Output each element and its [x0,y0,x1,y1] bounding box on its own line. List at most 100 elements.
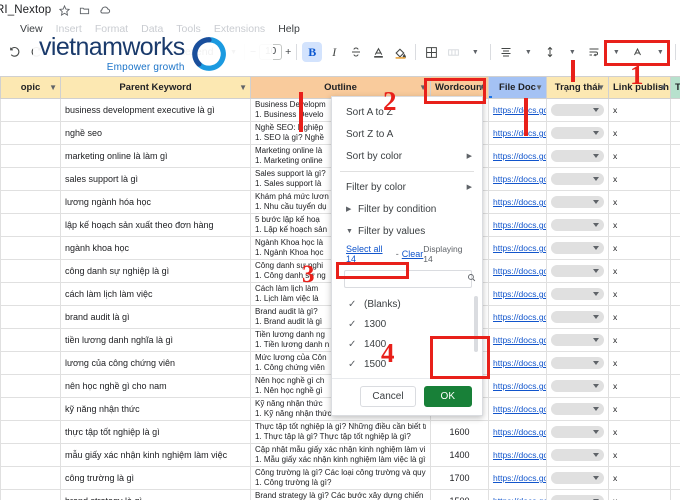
cell-status[interactable] [546,397,609,421]
file-doc-link[interactable]: https://docs.goo [493,473,546,483]
cell-file-doc[interactable]: https://docs.goo [488,420,547,444]
cell-topic[interactable] [0,98,61,122]
cell-status[interactable] [546,466,609,490]
file-doc-link[interactable]: https://docs.goo [493,220,546,230]
strikethrough-icon[interactable] [346,42,366,62]
filter-value-item[interactable]: ✓ 1400 [332,334,482,354]
font-size-increase-button[interactable]: + [285,46,291,58]
cell-file-doc[interactable]: https://docs.goo [488,443,547,467]
menu-item-filter-by-values[interactable]: ▼ Filter by values [332,220,482,242]
menu-item-filter-by-condition[interactable]: ▶ Filter by condition [332,198,482,220]
status-dropdown-chip[interactable] [551,104,604,116]
cell-link-publish[interactable]: x [608,305,671,329]
cell-thumb[interactable] [670,443,680,467]
cell-file-doc[interactable]: https://docs.goo [488,236,547,260]
cell-thumb[interactable] [670,282,680,306]
cell-link-publish[interactable]: x [608,282,671,306]
cell-parent-keyword[interactable]: brand strategy là gì [60,489,251,500]
cell-topic[interactable] [0,213,61,237]
file-doc-link[interactable]: https://docs.goo [493,151,546,161]
cell-link-publish[interactable]: x [608,259,671,283]
cell-file-doc[interactable]: https://docs.goo [488,489,547,500]
cell-status[interactable] [546,282,609,306]
column-header-link-publish[interactable]: Link publish ▼ [608,76,671,99]
filter-search-box[interactable] [344,270,476,288]
cell-topic[interactable] [0,489,61,500]
cell-status[interactable] [546,190,609,214]
cell-wordcount[interactable]: 1700 [430,466,489,490]
cell-parent-keyword[interactable]: nên học nghề gì cho nam [60,374,251,398]
cell-parent-keyword[interactable]: nghề seo [60,121,251,145]
cell-thumb[interactable] [670,489,680,500]
cell-file-doc[interactable]: https://docs.goo [488,397,547,421]
cell-file-doc[interactable]: https://docs.goo [488,305,547,329]
cell-status[interactable] [546,328,609,352]
cell-parent-keyword[interactable]: tiền lương danh nghĩa là gì [60,328,251,352]
cell-topic[interactable] [0,397,61,421]
cancel-button[interactable]: Cancel [360,386,416,407]
text-color-icon[interactable] [368,42,388,62]
status-dropdown-chip[interactable] [551,334,604,346]
cell-link-publish[interactable]: x [608,121,671,145]
cell-topic[interactable] [0,144,61,168]
cell-thumb[interactable] [670,374,680,398]
cell-link-publish[interactable]: x [608,374,671,398]
borders-icon[interactable] [421,42,441,62]
file-doc-link[interactable]: https://docs.goo [493,243,546,253]
file-doc-link[interactable]: https://docs.goo [493,496,546,500]
cell-outline[interactable]: Brand strategy là gì? Các bước xây dựng … [250,489,431,500]
file-doc-link[interactable]: https://docs.goo [493,174,546,184]
move-to-folder-icon[interactable] [78,4,91,17]
status-dropdown-chip[interactable] [551,311,604,323]
horizontal-align-icon[interactable] [496,42,516,62]
cell-file-doc[interactable]: https://docs.goo [488,98,547,122]
filter-value-item[interactable]: ✓ 1300 [332,314,482,334]
chevron-down-icon[interactable]: ▼ [650,42,670,62]
cell-topic[interactable] [0,420,61,444]
chevron-down-icon[interactable]: ▼ [465,42,485,62]
table-row[interactable]: brand strategy là gì Brand strategy là gì… [0,489,680,500]
cell-link-publish[interactable]: x [608,190,671,214]
cell-parent-keyword[interactable]: công danh sự nghiệp là gì [60,259,251,283]
cell-thumb[interactable] [670,236,680,260]
cell-thumb[interactable] [670,98,680,122]
file-doc-link[interactable]: https://docs.goo [493,289,546,299]
cell-topic[interactable] [0,236,61,260]
cell-wordcount[interactable]: 1500 [430,489,489,500]
ok-button[interactable]: OK [423,386,472,407]
filter-dropdown-icon[interactable]: ▼ [659,83,667,92]
menu-item-sort-by-color[interactable]: Sort by color ▶ [332,145,482,167]
filter-search-input[interactable] [350,274,467,284]
status-dropdown-chip[interactable] [551,265,604,277]
cell-file-doc[interactable]: https://docs.goo [488,282,547,306]
cell-status[interactable] [546,420,609,444]
chevron-down-icon[interactable]: ▼ [562,42,582,62]
column-header-status[interactable]: Trạng thái ▼ [546,76,609,99]
cell-thumb[interactable] [670,466,680,490]
cell-wordcount[interactable]: 1600 [430,420,489,444]
cell-parent-keyword[interactable]: sales support là gì [60,167,251,191]
clear-link[interactable]: Clear [402,249,424,259]
wordcount-filter-dropdown-icon[interactable]: ▼ [477,83,485,92]
filter-dropdown-icon[interactable]: ▼ [419,83,427,92]
cell-link-publish[interactable]: x [608,98,671,122]
cell-link-publish[interactable]: x [608,167,671,191]
cell-status[interactable] [546,213,609,237]
cell-status[interactable] [546,236,609,260]
cell-status[interactable] [546,374,609,398]
status-dropdown-chip[interactable] [551,242,604,254]
cell-topic[interactable] [0,167,61,191]
file-doc-link[interactable]: https://docs.goo [493,404,546,414]
merge-cells-icon[interactable] [443,42,463,62]
cell-parent-keyword[interactable]: marketing online là làm gì [60,144,251,168]
cell-parent-keyword[interactable]: lương của công chứng viên [60,351,251,375]
cell-status[interactable] [546,259,609,283]
file-doc-link[interactable]: https://docs.goo [493,312,546,322]
cell-link-publish[interactable]: x [608,443,671,467]
italic-button[interactable]: I [324,42,344,62]
column-header-thumb[interactable]: Thumb [670,76,680,99]
cell-file-doc[interactable]: https://docs.goo [488,328,547,352]
cell-thumb[interactable] [670,167,680,191]
status-dropdown-chip[interactable] [551,380,604,392]
cell-link-publish[interactable]: x [608,489,671,500]
